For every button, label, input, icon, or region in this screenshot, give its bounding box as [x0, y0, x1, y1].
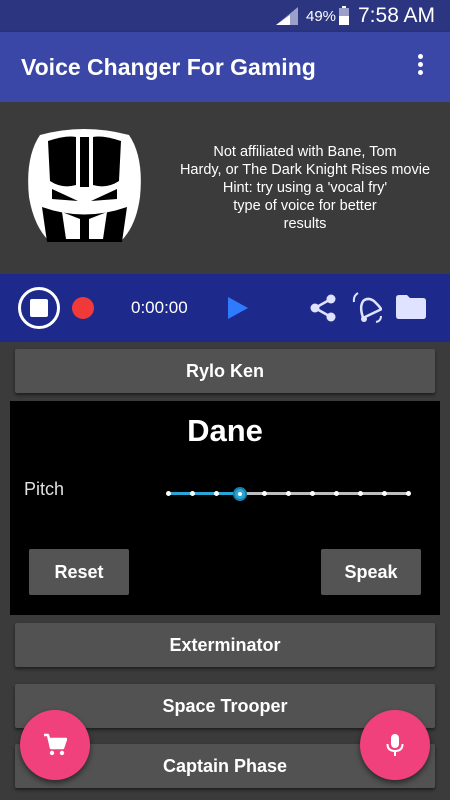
battery-percent: 49% [306, 8, 337, 25]
pitch-tick [189, 491, 195, 496]
ringtone-bell-icon[interactable] [352, 292, 382, 324]
app-bar: Voice Changer For Gaming [0, 32, 450, 102]
pitch-label: Pitch [24, 479, 65, 499]
pitch-slider-thumb[interactable] [233, 487, 247, 501]
voice-item-exterminator[interactable]: Exterminator [15, 623, 435, 667]
mask-icon [28, 129, 141, 242]
reset-button[interactable]: Reset [29, 549, 129, 595]
share-icon[interactable] [310, 294, 336, 322]
shop-button[interactable] [20, 710, 90, 780]
battery-icon [339, 6, 349, 25]
pitch-tick [213, 491, 219, 496]
pitch-tick [261, 491, 267, 496]
pitch-track-fill [168, 492, 240, 495]
voice-item-rylo-ken[interactable]: Rylo Ken [15, 349, 435, 393]
pitch-tick [381, 491, 387, 496]
clock: 7:58 AM [358, 4, 436, 27]
header-section: Not affiliated with Bane, Tom Hardy, or … [0, 102, 450, 274]
pitch-tick [405, 491, 411, 496]
timer: 0:00:00 [131, 298, 188, 317]
cart-icon [44, 733, 67, 756]
playback-control-bar: 0:00:00 [0, 274, 450, 342]
record-icon[interactable] [72, 297, 94, 319]
mic-icon [386, 734, 404, 756]
pitch-tick [165, 491, 171, 496]
selected-voice-panel: Dane Pitch Reset Speak [10, 401, 440, 615]
play-icon[interactable] [228, 297, 248, 319]
signal-icon [276, 7, 298, 25]
status-bar: 49% 7:58 AM [0, 0, 450, 32]
more-vert-icon[interactable] [408, 54, 432, 82]
pitch-tick [309, 491, 315, 496]
folder-icon[interactable] [396, 295, 426, 319]
stop-icon[interactable] [18, 287, 60, 329]
pitch-slider[interactable] [165, 485, 411, 503]
speak-button[interactable]: Speak [321, 549, 421, 595]
disclaimer-text: Not affiliated with Bane, Tom Hardy, or … [179, 144, 431, 232]
pitch-tick [357, 491, 363, 496]
selected-voice-name: Dane [187, 413, 263, 448]
pitch-tick [285, 491, 291, 496]
record-voice-button[interactable] [360, 710, 430, 780]
pitch-tick [333, 491, 339, 496]
app-title: Voice Changer For Gaming [21, 54, 316, 80]
